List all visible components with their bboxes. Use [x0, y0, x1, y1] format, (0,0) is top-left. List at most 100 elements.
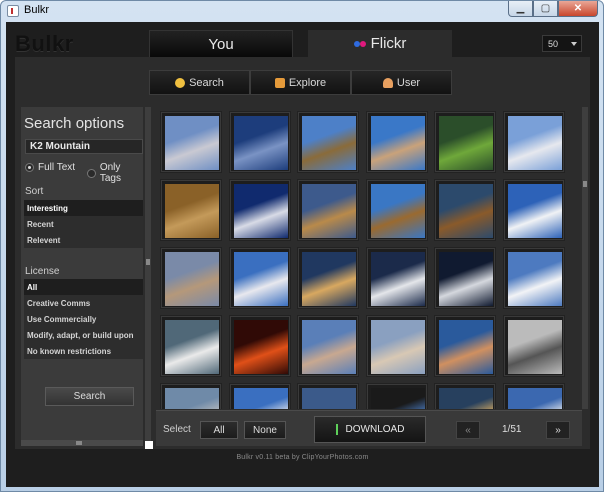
sidebar-horizontal-scrollbar[interactable]: [21, 440, 143, 446]
photo-image: [507, 320, 562, 374]
photo-image: [302, 388, 356, 409]
photo-thumbnail[interactable]: [365, 383, 428, 409]
photo-image: [370, 116, 425, 170]
photo-image: [233, 320, 288, 374]
photo-grid-scrollbar[interactable]: [582, 107, 588, 409]
photo-image: [507, 116, 562, 170]
photo-image: [233, 116, 288, 170]
photo-thumbnail[interactable]: [365, 315, 428, 377]
tab-you[interactable]: You: [149, 30, 293, 57]
per-page-value: 50: [548, 39, 559, 49]
photo-image: [165, 320, 219, 374]
photo-image: [439, 320, 493, 374]
photo-image: [439, 252, 493, 306]
photo-thumbnail[interactable]: [228, 383, 291, 409]
photo-thumbnail[interactable]: [434, 179, 496, 241]
photo-thumbnail[interactable]: [297, 179, 359, 241]
scroll-grip-icon[interactable]: [76, 441, 82, 445]
prev-page-button[interactable]: «: [456, 421, 480, 439]
photo-thumbnail[interactable]: [502, 111, 565, 173]
sort-list: Interesting Recent Relevent: [24, 200, 143, 248]
tab-search[interactable]: Search: [149, 70, 250, 95]
photo-image: [302, 252, 356, 306]
sort-item-recent[interactable]: Recent: [24, 216, 143, 232]
photo-thumbnail[interactable]: [434, 315, 496, 377]
photo-image: [165, 116, 219, 170]
close-button[interactable]: ✕: [558, 1, 598, 17]
window-controls: ▁ ▢ ✕: [508, 1, 598, 17]
photo-image: [370, 320, 425, 374]
per-page-select[interactable]: 50: [542, 35, 582, 52]
photo-image: [302, 116, 356, 170]
photo-image: [165, 252, 219, 306]
photo-thumbnail[interactable]: [434, 111, 496, 173]
photo-thumbnail[interactable]: [297, 111, 359, 173]
photo-thumbnail[interactable]: [160, 247, 222, 309]
minimize-button[interactable]: ▁: [508, 1, 533, 17]
search-query-input[interactable]: K2 Mountain: [25, 139, 143, 154]
photo-image: [439, 184, 493, 238]
photo-thumbnail[interactable]: [160, 315, 222, 377]
photo-image: [507, 252, 562, 306]
photo-thumbnail[interactable]: [434, 247, 496, 309]
photo-thumbnail[interactable]: [365, 179, 428, 241]
tab-user[interactable]: User: [351, 70, 452, 95]
license-item-all[interactable]: All: [24, 279, 143, 295]
app-body: Bulkr You Flickr 50 Search Explore User …: [6, 22, 599, 487]
title-bar[interactable]: Bulkr ▁ ▢ ✕: [1, 1, 603, 21]
photo-image: [233, 388, 288, 409]
sort-item-relevent[interactable]: Relevent: [24, 232, 143, 248]
search-options-sidebar: Search options K2 Mountain Full Text Onl…: [21, 107, 143, 441]
license-item-modify[interactable]: Modify, adapt, or build upon: [24, 327, 143, 343]
tab-flickr[interactable]: Flickr: [308, 30, 452, 57]
photo-thumbnail[interactable]: [434, 383, 496, 409]
bulkr-app-icon: [7, 5, 19, 17]
sort-item-interesting[interactable]: Interesting: [24, 200, 143, 216]
photo-thumbnail[interactable]: [502, 179, 565, 241]
photo-thumbnail[interactable]: [228, 111, 291, 173]
photo-thumbnail[interactable]: [160, 111, 222, 173]
photo-thumbnail[interactable]: [228, 315, 291, 377]
photo-thumbnail[interactable]: [297, 247, 359, 309]
footer-credit: Bulkr v0.11 beta by ClipYourPhotos.com: [236, 454, 369, 461]
photo-image: [370, 184, 425, 238]
only-tags-option[interactable]: Only Tags: [87, 162, 143, 184]
photo-thumbnail[interactable]: [228, 179, 291, 241]
photo-thumbnail[interactable]: [297, 383, 359, 409]
scroll-grip-icon[interactable]: [583, 181, 587, 187]
photo-thumbnail[interactable]: [297, 315, 359, 377]
photo-image: [165, 184, 219, 238]
search-button[interactable]: Search: [45, 387, 134, 406]
select-label: Select: [163, 424, 191, 435]
window-title: Bulkr: [24, 4, 50, 16]
sidebar-scrollbar[interactable]: [145, 107, 151, 441]
flickr-logo-icon: [353, 40, 366, 47]
scroll-grip-icon[interactable]: [146, 259, 150, 265]
full-text-radio[interactable]: [25, 163, 34, 172]
photo-thumbnail[interactable]: [228, 247, 291, 309]
next-page-button[interactable]: »: [546, 421, 570, 439]
only-tags-radio[interactable]: [87, 168, 96, 178]
full-text-option[interactable]: Full Text: [25, 162, 75, 173]
photo-thumbnail[interactable]: [502, 383, 565, 409]
page-indicator: 1/51: [502, 424, 522, 435]
photo-thumbnail[interactable]: [365, 111, 428, 173]
maximize-button[interactable]: ▢: [533, 1, 558, 17]
license-item-use-commercially[interactable]: Use Commercially: [24, 311, 143, 327]
full-text-label: Full Text: [38, 162, 76, 173]
license-item-no-restrictions[interactable]: No known restrictions: [24, 343, 143, 359]
license-item-creative-comms[interactable]: Creative Comms: [24, 295, 143, 311]
photo-thumbnail[interactable]: [365, 247, 428, 309]
download-label: DOWNLOAD: [345, 424, 405, 435]
photo-thumbnail[interactable]: [160, 179, 222, 241]
select-none-button[interactable]: None: [244, 421, 286, 439]
magnifier-icon: [175, 77, 186, 88]
tab-explore[interactable]: Explore: [250, 70, 351, 95]
app-logo: Bulkr: [15, 31, 74, 56]
download-button[interactable]: DOWNLOAD: [314, 416, 426, 443]
photo-thumbnail[interactable]: [502, 315, 565, 377]
explore-icon: [274, 77, 285, 88]
select-all-button[interactable]: All: [200, 421, 238, 439]
photo-thumbnail[interactable]: [160, 383, 222, 409]
photo-thumbnail[interactable]: [502, 247, 565, 309]
